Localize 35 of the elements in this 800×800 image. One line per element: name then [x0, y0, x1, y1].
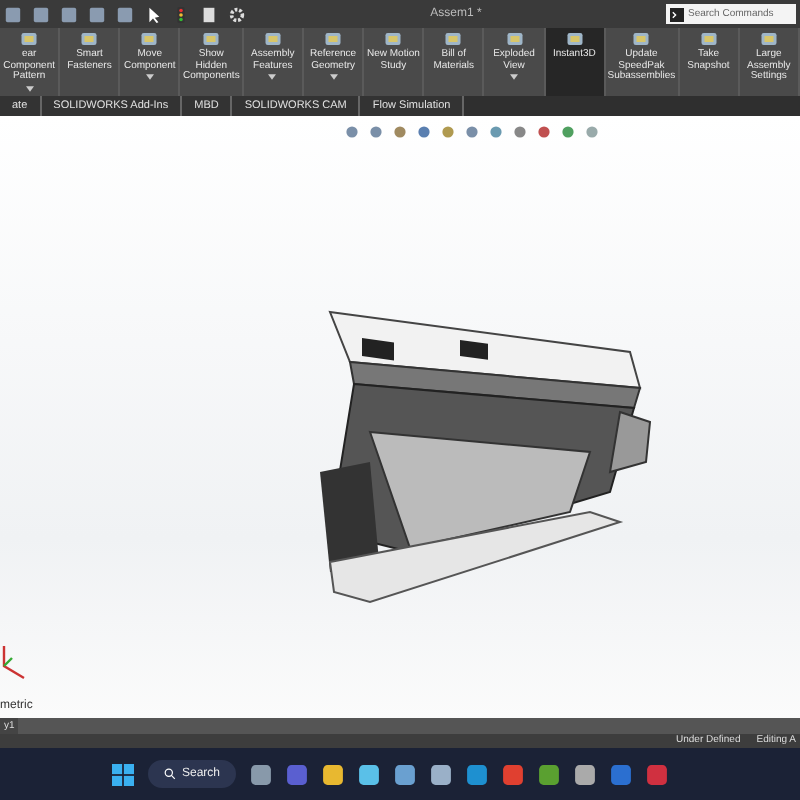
command-icon: [20, 30, 39, 48]
traffic-light-icon[interactable]: [172, 5, 190, 23]
pointer-icon[interactable]: [144, 5, 162, 23]
command-icon: [505, 30, 524, 48]
command-icon: [263, 30, 282, 48]
command-icon: [202, 30, 221, 48]
caret-icon[interactable]: [25, 85, 34, 91]
taskbar-app-icon[interactable]: [430, 763, 453, 785]
taskbar-app-icon[interactable]: [574, 763, 597, 785]
command-icon: [80, 30, 99, 48]
command-icon: [759, 30, 778, 48]
document-icon[interactable]: [200, 5, 218, 23]
windows-start-icon[interactable]: [112, 763, 134, 785]
axis-triad-icon: [0, 642, 28, 682]
taskbar-app-icon[interactable]: [466, 763, 489, 785]
command-icon: [670, 7, 684, 21]
command-icon: [324, 30, 343, 48]
taskbar-app-icon[interactable]: [358, 763, 381, 785]
command-icon: [565, 30, 584, 48]
taskbar-app-icon[interactable]: [394, 763, 417, 785]
taskbar-app-icon[interactable]: [250, 763, 273, 785]
caret-icon[interactable]: [329, 74, 338, 80]
caret-icon[interactable]: [145, 74, 154, 80]
taskbar-app-icon[interactable]: [322, 763, 345, 785]
settings-icon[interactable]: [228, 5, 246, 23]
search-icon: [164, 768, 176, 780]
command-icon: [140, 30, 159, 48]
caret-icon[interactable]: [510, 74, 519, 80]
taskbar-app-icon[interactable]: [538, 763, 561, 785]
command-icon: [699, 30, 718, 48]
command-icon: [632, 30, 651, 48]
taskbar-app-icon[interactable]: [502, 763, 525, 785]
caret-icon[interactable]: [268, 74, 277, 80]
command-icon: [444, 30, 463, 48]
command-icon: [384, 30, 403, 48]
